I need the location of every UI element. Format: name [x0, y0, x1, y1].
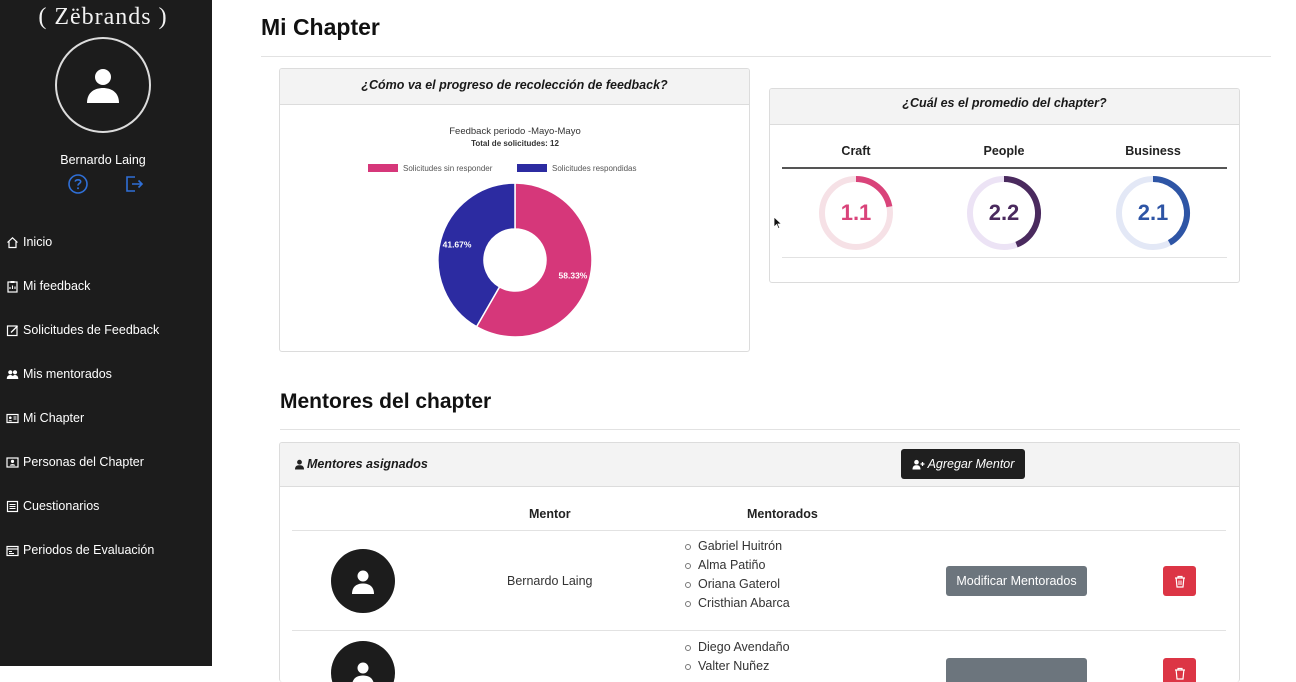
user-avatar — [55, 37, 151, 133]
user-icon — [87, 69, 119, 103]
feedback-card-header: ¿Cómo va el progreso de recolección de f… — [280, 69, 749, 105]
sidebar-item-label: Cuestionarios — [23, 499, 100, 513]
score-label-people: People — [983, 144, 1025, 158]
list-item: Oriana Gaterol — [685, 575, 790, 594]
sidebar-item-label: Solicitudes de Feedback — [23, 323, 160, 337]
chart-title: Feedback periodo -Mayo-Mayo — [449, 126, 580, 137]
divider — [280, 429, 1240, 430]
chapter-average-card: ¿Cuál es el promedio del chapter? Craft … — [769, 88, 1240, 283]
mentor-name: Bernardo Laing — [507, 574, 593, 588]
user-icon — [352, 570, 374, 594]
mentors-card-header: Mentores asignados Agregar Mentor — [280, 443, 1239, 487]
trash-icon — [1174, 667, 1185, 680]
page-title: Mi Chapter — [261, 14, 380, 40]
sidebar-item-label: Mi feedback — [23, 279, 91, 293]
person-badge-icon — [5, 455, 19, 469]
sidebar-item-personas[interactable]: Personas del Chapter — [5, 440, 210, 484]
list-item: Cristhian Abarca — [685, 594, 790, 613]
delete-mentor-button[interactable] — [1163, 658, 1196, 682]
score-value-craft: 1.1 — [840, 200, 872, 225]
mentors-header-label-group: Mentores asignados — [294, 457, 428, 471]
add-mentor-button[interactable]: Agregar Mentor — [901, 449, 1025, 479]
list-item: Valter Nuñez — [685, 657, 790, 676]
sidebar-item-label: Periodos de Evaluación — [23, 543, 155, 557]
calendar-icon — [5, 543, 19, 557]
mentors-header-label: Mentores asignados — [307, 457, 428, 471]
chart-legend: Solicitudes sin responder Solicitudes res… — [368, 164, 637, 173]
sidebar-item-mis-mentorados[interactable]: Mis mentorados — [5, 352, 210, 396]
mentorados-list: Gabriel Huitrón Alma Patiño Oriana Gater… — [685, 537, 790, 613]
clipboard-icon — [5, 279, 19, 293]
logout-icon[interactable] — [122, 173, 146, 195]
mouse-cursor-icon — [773, 216, 783, 230]
score-label-business: Business — [1125, 144, 1181, 158]
user-name: Bernardo Laing — [60, 153, 146, 167]
score-value-business: 2.1 — [1137, 200, 1169, 225]
mentors-card: Mentores asignados Agregar Mentor Mentor… — [279, 442, 1240, 682]
slice-data-label: 41.67% — [443, 239, 472, 249]
feedback-donut-chart: Feedback periodo -Mayo-Mayo Total de sol… — [368, 126, 637, 338]
user-plus-icon — [912, 459, 925, 469]
main-content: Mi Chapter ¿Cómo va el progreso de recol… — [212, 0, 1296, 682]
mentor-avatar — [331, 549, 395, 613]
help-icon[interactable] — [66, 173, 90, 195]
col-header-mentor: Mentor — [529, 507, 571, 521]
chart-slices: 58.33% 41.67% — [437, 182, 593, 338]
id-card-icon — [5, 411, 19, 425]
modify-mentorados-button[interactable] — [946, 658, 1087, 682]
brand-logo: ( Zëbrands ) — [38, 4, 168, 30]
sidebar-item-periodos[interactable]: Periodos de Evaluación — [5, 528, 210, 572]
score-value-people: 2.2 — [988, 200, 1020, 225]
home-icon — [5, 235, 19, 249]
chart-subtitle: Total de solicitudes: 12 — [471, 139, 559, 148]
divider — [782, 257, 1227, 258]
people-icon — [5, 367, 19, 381]
legend-swatch — [368, 164, 398, 172]
legend-label: Solicitudes respondidas — [552, 164, 637, 173]
modify-mentorados-button[interactable]: Modificar Mentorados — [946, 566, 1087, 596]
score-gauge-business: 2.1 — [1113, 173, 1193, 253]
mentor-avatar — [331, 641, 395, 682]
col-header-mentorados: Mentorados — [747, 507, 818, 521]
mentors-section-title: Mentores del chapter — [280, 390, 492, 413]
delete-mentor-button[interactable] — [1163, 566, 1196, 596]
list-item: Gabriel Huitrón — [685, 537, 790, 556]
legend-label: Solicitudes sin responder — [403, 164, 493, 173]
legend-swatch — [517, 164, 547, 172]
score-gauge-craft: 1.1 — [816, 173, 896, 253]
user-icon — [295, 459, 304, 469]
sidebar-nav: Inicio Mi feedback Solicitudes de Feedba… — [5, 220, 210, 572]
sidebar: ( Zëbrands ) Bernardo Laing Inicio Mi fe… — [0, 0, 212, 666]
score-label-craft: Craft — [841, 144, 871, 158]
sidebar-item-mi-feedback[interactable]: Mi feedback — [5, 264, 210, 308]
score-labels: Craft People Business — [782, 144, 1227, 158]
slice-data-label: 58.33% — [559, 271, 588, 281]
trash-icon — [1174, 575, 1185, 588]
sidebar-item-label: Mis mentorados — [23, 367, 112, 381]
list-item: Diego Avendaño — [685, 638, 790, 657]
mentorados-list: Diego Avendaño Valter Nuñez — [685, 638, 790, 676]
sidebar-item-label: Inicio — [23, 235, 53, 249]
score-gauge-people: 2.2 — [964, 173, 1044, 253]
add-mentor-label: Agregar Mentor — [927, 457, 1015, 471]
sidebar-item-label: Personas del Chapter — [23, 455, 144, 469]
sidebar-item-solicitudes[interactable]: Solicitudes de Feedback — [5, 308, 210, 352]
list-item: Alma Patiño — [685, 556, 790, 575]
divider — [292, 630, 1226, 631]
divider — [292, 530, 1226, 531]
sidebar-item-mi-chapter[interactable]: Mi Chapter — [5, 396, 210, 440]
sidebar-item-label: Mi Chapter — [23, 411, 85, 425]
divider — [261, 56, 1271, 57]
average-card-header: ¿Cuál es el promedio del chapter? — [770, 89, 1239, 125]
list-icon — [5, 499, 19, 513]
feedback-progress-card: ¿Cómo va el progreso de recolección de f… — [279, 68, 750, 352]
divider — [782, 167, 1227, 169]
edit-icon — [5, 323, 19, 337]
user-icon — [352, 662, 374, 682]
sidebar-item-inicio[interactable]: Inicio — [5, 220, 210, 264]
user-actions — [66, 173, 146, 195]
sidebar-item-cuestionarios[interactable]: Cuestionarios — [5, 484, 210, 528]
